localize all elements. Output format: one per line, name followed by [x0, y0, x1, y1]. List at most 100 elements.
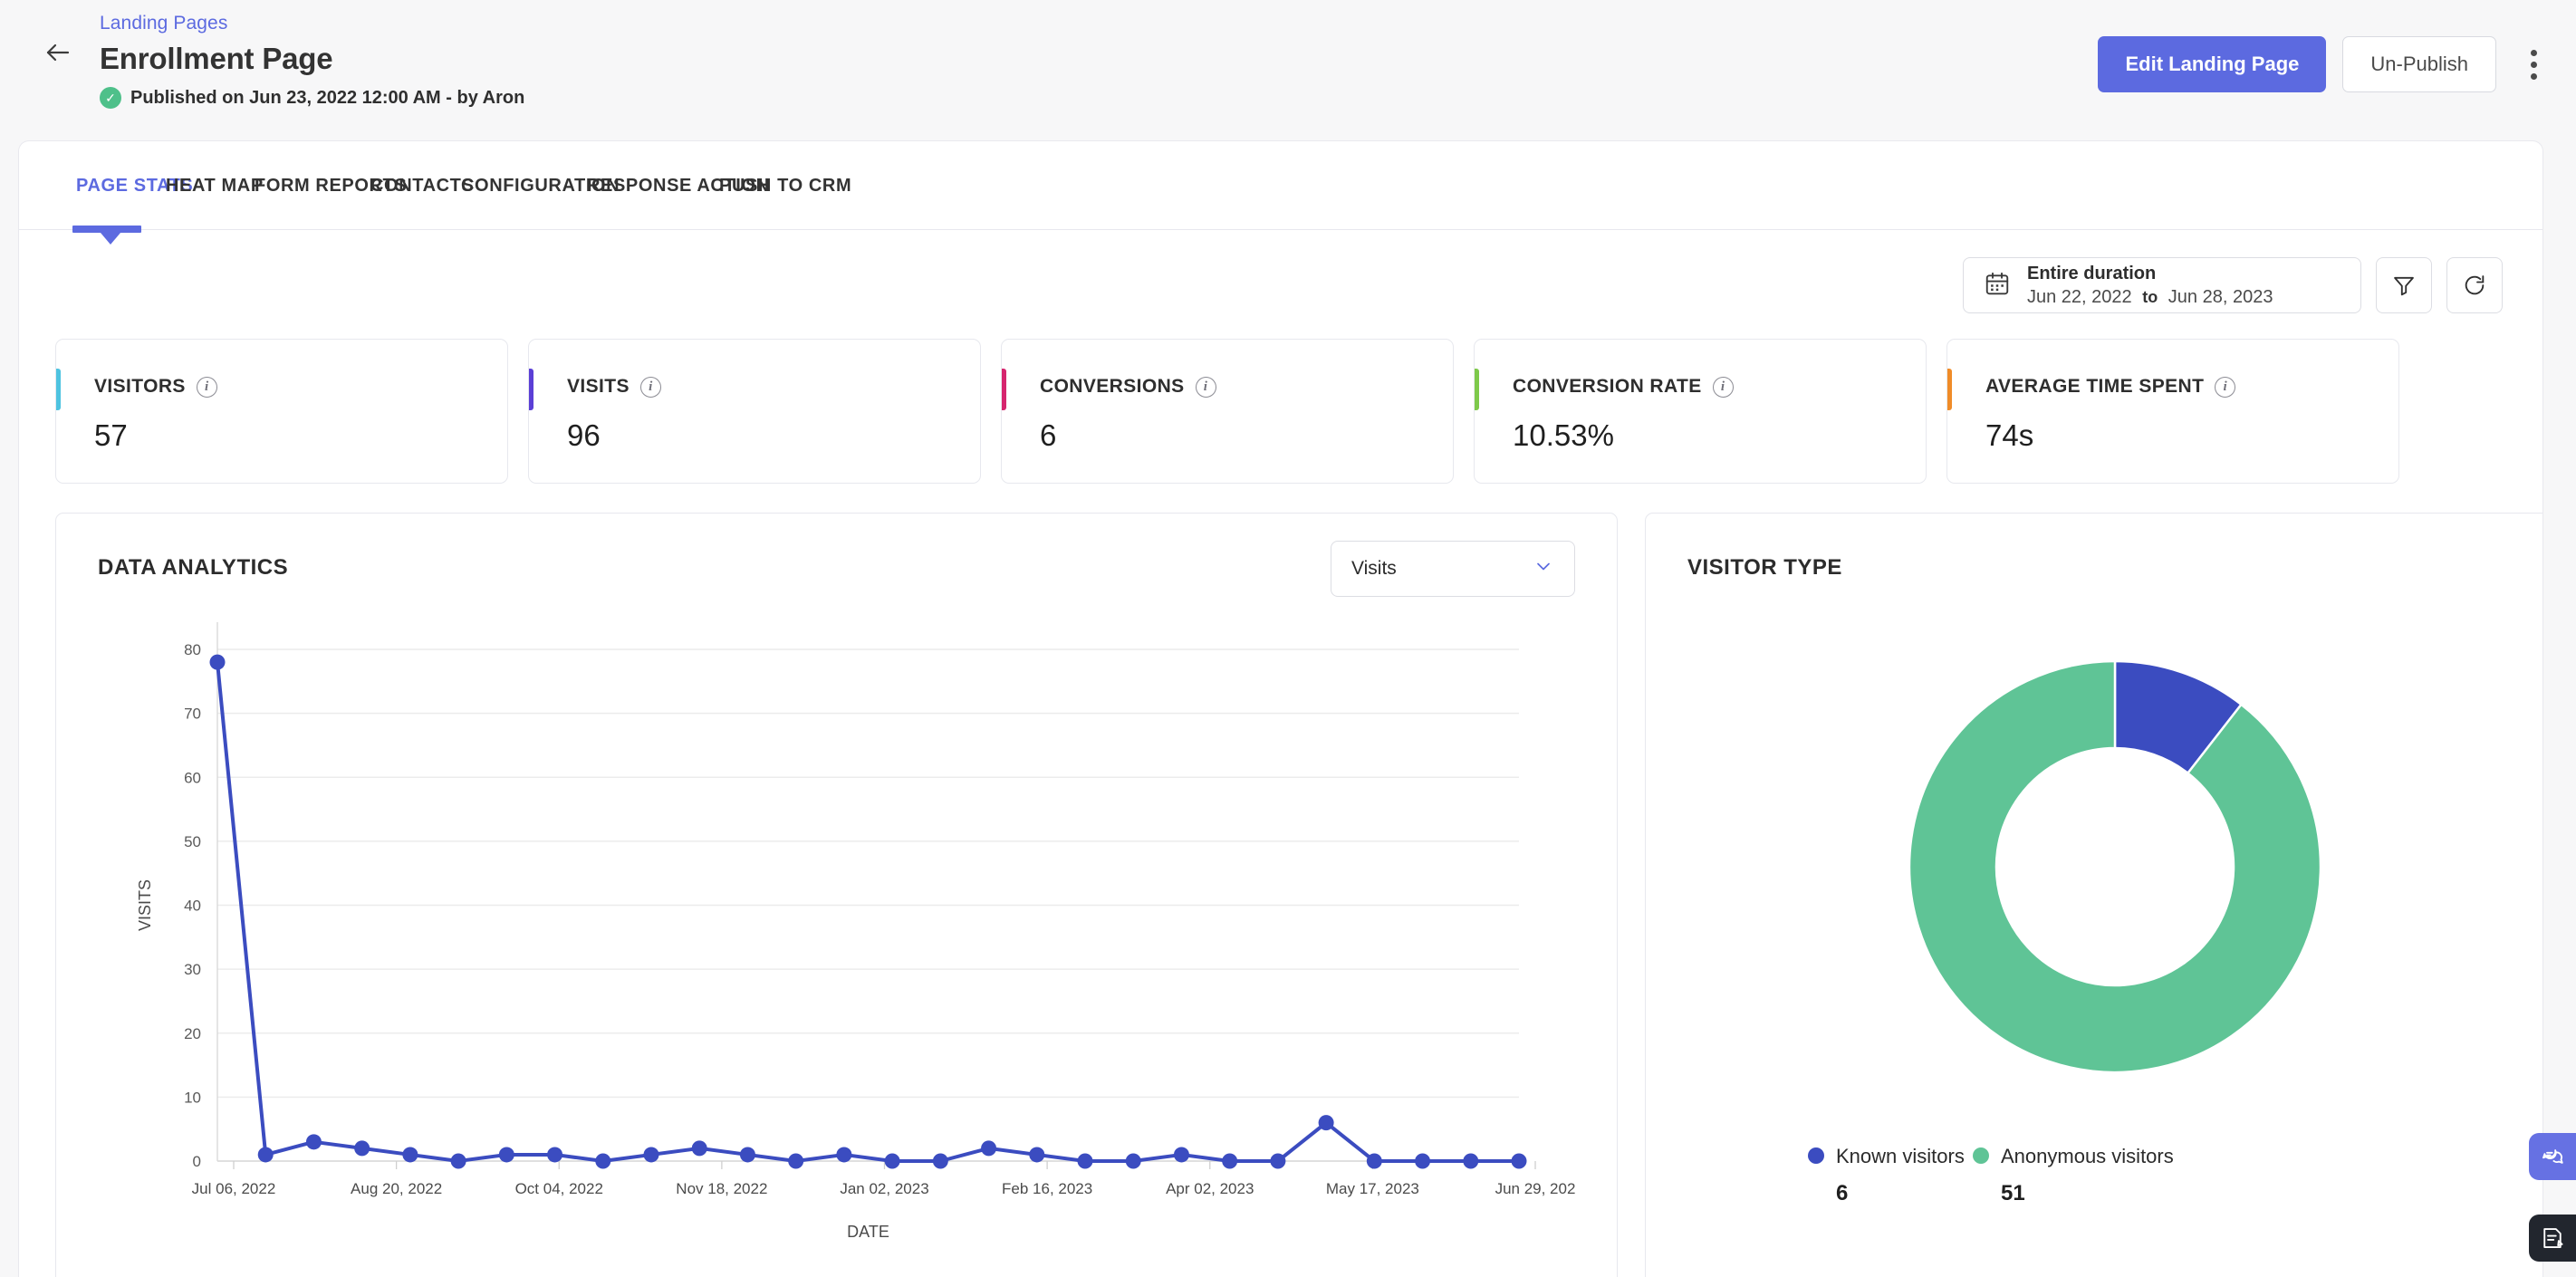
- kpi-card-visits: VISITSi96: [528, 339, 981, 484]
- metric-select[interactable]: Visits: [1331, 541, 1575, 597]
- data-point[interactable]: [1512, 1154, 1527, 1169]
- data-point[interactable]: [981, 1140, 996, 1156]
- date-range-title: Entire duration: [2027, 264, 2156, 283]
- y-axis-tick: 60: [184, 769, 201, 786]
- date-range-to-word: to: [2142, 288, 2158, 306]
- y-axis-tick: 10: [184, 1089, 201, 1106]
- kpi-label: CONVERSION RATE i: [1513, 376, 1734, 398]
- data-point[interactable]: [788, 1154, 803, 1169]
- data-point[interactable]: [451, 1154, 466, 1169]
- chat-bubble-icon[interactable]: [2529, 1133, 2576, 1180]
- kpi-card-conversions: CONVERSIONSi6: [1001, 339, 1454, 484]
- header-actions: Edit Landing Page Un-Publish: [2098, 36, 2554, 92]
- kpi-card-conversion-rate: CONVERSION RATE i 10.53%: [1474, 339, 1927, 484]
- y-axis-tick: 20: [184, 1025, 201, 1042]
- visitor-type-title: VISITOR TYPE: [1687, 555, 1842, 581]
- info-icon[interactable]: i: [197, 377, 217, 398]
- info-icon[interactable]: i: [1713, 377, 1734, 398]
- donut-segment[interactable]: [1909, 661, 2321, 1072]
- visitor-type-card: VISITOR TYPE Known visitors6Anonymous vi…: [1645, 513, 2543, 1277]
- kpi-label: VISITS i: [567, 376, 661, 398]
- donut-chart: Known visitors6Anonymous visitors51: [1646, 595, 2543, 1277]
- data-point[interactable]: [1270, 1154, 1285, 1169]
- info-icon[interactable]: i: [2215, 377, 2235, 398]
- check-circle-icon: ✓: [100, 87, 121, 109]
- data-point[interactable]: [1126, 1154, 1141, 1169]
- data-point[interactable]: [1415, 1154, 1430, 1169]
- legend-swatch: [1973, 1147, 1989, 1164]
- data-point[interactable]: [836, 1147, 851, 1162]
- data-point[interactable]: [595, 1154, 610, 1169]
- legend-item[interactable]: Known visitors6: [1808, 1145, 1965, 1205]
- legend-label: Known visitors: [1836, 1145, 1965, 1167]
- data-point[interactable]: [1319, 1115, 1334, 1130]
- info-icon[interactable]: i: [1196, 377, 1216, 398]
- y-axis-tick: 40: [184, 898, 201, 915]
- data-point[interactable]: [1367, 1154, 1382, 1169]
- top-header: Landing Pages Enrollment Page ✓ Publishe…: [0, 0, 2576, 145]
- data-point[interactable]: [499, 1147, 514, 1162]
- x-axis-tick: Jan 02, 2023: [840, 1180, 928, 1197]
- note-edit-icon[interactable]: [2529, 1215, 2576, 1262]
- edit-landing-page-button[interactable]: Edit Landing Page: [2098, 36, 2326, 92]
- chart-card-list: DATA ANALYTICS Visits 01020304050607080J…: [55, 513, 2543, 1277]
- data-point[interactable]: [547, 1147, 562, 1162]
- data-point[interactable]: [692, 1140, 707, 1156]
- kpi-value: 10.53%: [1513, 418, 1614, 453]
- kpi-label-text: CONVERSIONS: [1040, 376, 1185, 398]
- x-axis-label: DATE: [847, 1223, 889, 1241]
- kpi-accent-bar: [1475, 369, 1479, 410]
- data-point[interactable]: [402, 1147, 418, 1162]
- kpi-label: CONVERSIONS i: [1040, 376, 1216, 398]
- data-point[interactable]: [210, 655, 226, 670]
- metric-select-value: Visits: [1351, 558, 1397, 580]
- refresh-icon[interactable]: [2446, 257, 2503, 313]
- kpi-label-text: VISITS: [567, 376, 630, 398]
- x-axis-tick: Jul 06, 2022: [192, 1180, 276, 1197]
- kpi-label: VISITORSi: [94, 376, 217, 398]
- page-title: Enrollment Page: [100, 42, 524, 76]
- kpi-value: 57: [94, 418, 128, 453]
- kpi-card-visitors: VISITORSi 57: [55, 339, 508, 484]
- back-arrow-icon[interactable]: [38, 33, 78, 72]
- funnel-icon[interactable]: [2376, 257, 2432, 313]
- data-point[interactable]: [740, 1147, 755, 1162]
- info-icon[interactable]: i: [640, 377, 661, 398]
- kpi-label: AVERAGE TIME SPENT i: [1985, 376, 2235, 398]
- y-axis-label: VISITS: [136, 879, 154, 931]
- data-point[interactable]: [306, 1134, 322, 1149]
- data-analytics-title: DATA ANALYTICS: [98, 555, 288, 581]
- active-tab-indicator: [72, 226, 141, 233]
- x-axis-tick: Jun 29, 202: [1495, 1180, 1576, 1197]
- data-point[interactable]: [354, 1140, 370, 1156]
- data-point[interactable]: [258, 1147, 274, 1162]
- data-point[interactable]: [1463, 1154, 1478, 1169]
- y-axis-tick: 80: [184, 641, 201, 658]
- chevron-down-icon: [1533, 555, 1554, 582]
- date-range-picker[interactable]: Entire duration Jun 22, 2022 to Jun 28, …: [1963, 257, 2361, 313]
- content-panel: PAGE STATSHEAT MAPFORM REPORTSCONTACTSCO…: [18, 140, 2543, 1277]
- publish-status: ✓ Published on Jun 23, 2022 12:00 AM - b…: [100, 87, 524, 109]
- data-point[interactable]: [1029, 1147, 1044, 1162]
- x-axis-tick: Aug 20, 2022: [351, 1180, 442, 1197]
- data-point[interactable]: [644, 1147, 659, 1162]
- calendar-icon: [1984, 270, 2011, 302]
- more-options-icon[interactable]: [2513, 39, 2554, 90]
- data-point[interactable]: [933, 1154, 948, 1169]
- un-publish-button[interactable]: Un-Publish: [2342, 36, 2496, 92]
- kpi-label-text: CONVERSION RATE: [1513, 376, 1702, 398]
- data-point[interactable]: [1078, 1154, 1093, 1169]
- legend-item[interactable]: Anonymous visitors51: [1973, 1145, 2174, 1205]
- tab-contacts[interactable]: CONTACTS: [370, 141, 474, 230]
- data-point[interactable]: [1222, 1154, 1237, 1169]
- date-range-from: Jun 22, 2022: [2027, 287, 2132, 307]
- data-point[interactable]: [1174, 1147, 1189, 1162]
- active-tab-notch: [101, 233, 120, 245]
- kpi-value: 74s: [1985, 418, 2033, 453]
- kpi-label-text: AVERAGE TIME SPENT: [1985, 376, 2204, 398]
- tab-push-to-crm[interactable]: PUSH TO CRM: [719, 141, 851, 230]
- data-point[interactable]: [885, 1154, 900, 1169]
- data-analytics-card: DATA ANALYTICS Visits 01020304050607080J…: [55, 513, 1618, 1277]
- tab-heat-map[interactable]: HEAT MAP: [166, 141, 264, 230]
- breadcrumb[interactable]: Landing Pages: [100, 13, 524, 34]
